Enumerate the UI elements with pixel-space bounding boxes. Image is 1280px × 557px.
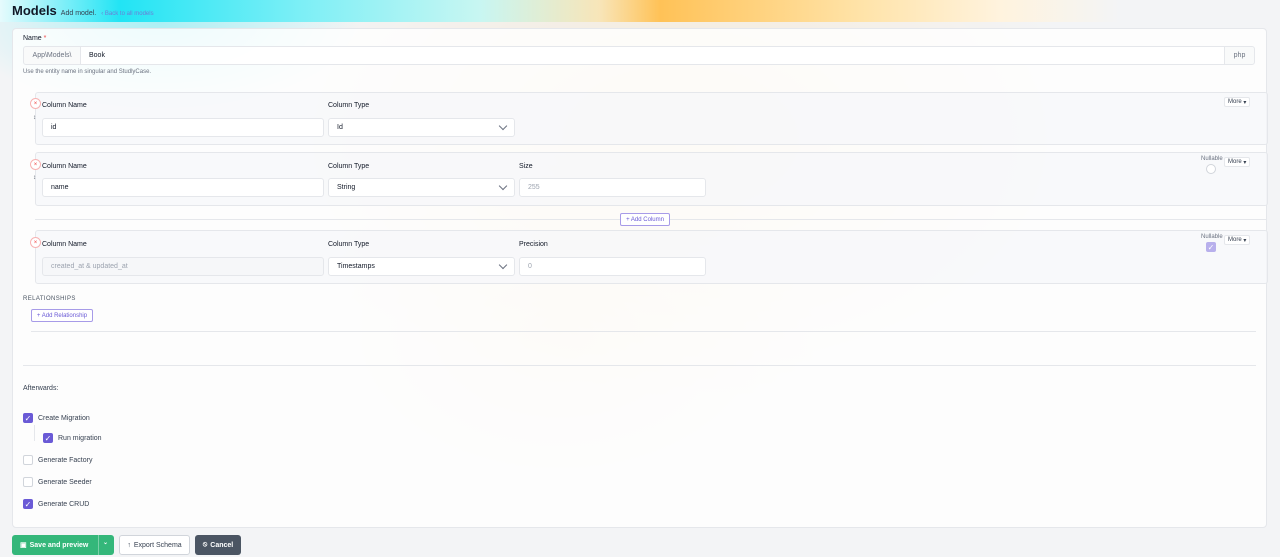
add-column-button[interactable]: + Add Column [620,213,670,226]
create-migration-checkbox[interactable]: ✓ [23,413,33,423]
column-type-select[interactable]: Id [328,118,515,137]
remove-column-icon[interactable]: × [30,98,41,109]
size-label: Size [519,163,533,170]
name-label: Name * [23,35,46,42]
remove-column-icon[interactable]: × [30,159,41,170]
save-and-preview-button[interactable]: ▣ Save and preview ⌄ [12,535,114,555]
generate-factory-label: Generate Factory [38,456,93,464]
page-header: Models Add model. ‹ Back to all models [12,3,154,19]
run-migration-checkbox[interactable]: ✓ [43,433,53,443]
caret-down-icon: ▾ [1241,99,1247,106]
generate-crud-label: Generate CRUD [38,500,90,508]
column-name-label: Column Name [42,241,87,248]
generate-seeder-option[interactable]: Generate Seeder [23,477,92,487]
chevron-down-icon[interactable]: ⌄ [103,539,108,546]
column-type-label: Column Type [328,163,370,170]
caret-down-icon: ▾ [1241,237,1247,244]
model-name-input[interactable]: Book [80,46,1225,65]
chevron-down-icon [498,260,508,270]
generate-factory-option[interactable]: Generate Factory [23,455,92,465]
back-link[interactable]: ‹ Back to all models [101,11,153,17]
divider [23,365,1256,366]
more-label: More [1228,159,1242,165]
column-name-input[interactable]: created_at & updated_at [42,257,324,276]
generate-seeder-label: Generate Seeder [38,478,92,486]
run-migration-option[interactable]: ✓ Run migration [43,433,102,443]
header-band [0,0,1280,22]
nullable-label: Nullable [1201,234,1223,240]
generate-crud-option[interactable]: ✓ Generate CRUD [23,499,89,509]
remove-column-icon[interactable]: × [30,237,41,248]
indent-guide [34,425,35,441]
cancel-button[interactable]: ⦸ Cancel [195,535,241,555]
export-schema-button[interactable]: ↑ Export Schema [119,535,190,555]
name-label-text: Name [23,35,42,42]
column-type-label: Column Type [328,102,370,109]
precision-input[interactable]: 0 [519,257,706,276]
back-link-label: Back to all models [104,11,154,17]
drag-handle-icon[interactable]: ↕ [33,115,36,121]
php-suffix: php [1224,46,1255,65]
export-icon: ↑ [127,541,131,549]
create-migration-option[interactable]: ✓ Create Migration [23,413,90,423]
size-input[interactable]: 255 [519,178,706,197]
namespace-prefix: App\Models\ [23,46,81,65]
more-button[interactable]: More ▾ [1224,97,1251,107]
column-type-value: Id [337,124,343,131]
page-title: Models [12,3,57,18]
column-type-select[interactable]: String [328,178,515,197]
column-type-select[interactable]: Timestamps [328,257,515,276]
chevron-down-icon [498,121,508,131]
column-name-label: Column Name [42,163,87,170]
nullable-label: Nullable [1201,156,1223,162]
precision-label: Precision [519,241,548,248]
save-label: Save and preview [29,541,89,549]
add-relationship-button[interactable]: + Add Relationship [31,309,93,322]
cancel-label: Cancel [210,541,234,549]
afterwards-label: Afterwards: [23,385,59,392]
cancel-icon: ⦸ [202,541,208,548]
export-label: Export Schema [133,541,182,549]
column-type-value: String [337,184,356,191]
drag-handle-icon[interactable]: ↕ [33,175,36,181]
nullable-checkbox[interactable]: ✓ [1206,242,1216,252]
dropdown-divider [98,535,99,555]
model-form-card: Name * App\Models\ Book php Use the enti… [12,28,1268,528]
column-type-label: Column Type [328,241,370,248]
generate-seeder-checkbox[interactable] [23,477,33,487]
divider [31,331,1256,332]
column-type-value: Timestamps [337,263,375,270]
run-migration-label: Run migration [58,434,102,442]
more-button[interactable]: More ▾ [1224,157,1251,167]
name-help-text: Use the entity name in singular and Stud… [23,69,152,75]
more-label: More [1228,237,1242,243]
generate-factory-checkbox[interactable] [23,455,33,465]
column-name-input[interactable]: name [42,178,324,197]
caret-down-icon: ▾ [1241,159,1247,166]
nullable-checkbox[interactable] [1206,164,1216,174]
create-migration-label: Create Migration [38,414,90,422]
chevron-down-icon [498,181,508,191]
column-name-label: Column Name [42,102,87,109]
page-subtitle: Add model. [60,10,97,17]
relationships-heading: RELATIONSHIPS [23,296,76,302]
generate-crud-checkbox[interactable]: ✓ [23,499,33,509]
save-icon: ▣ [20,542,27,549]
column-name-input[interactable]: id [42,118,324,137]
more-button[interactable]: More ▾ [1224,235,1251,245]
more-label: More [1228,99,1242,105]
required-mark: * [43,35,47,42]
